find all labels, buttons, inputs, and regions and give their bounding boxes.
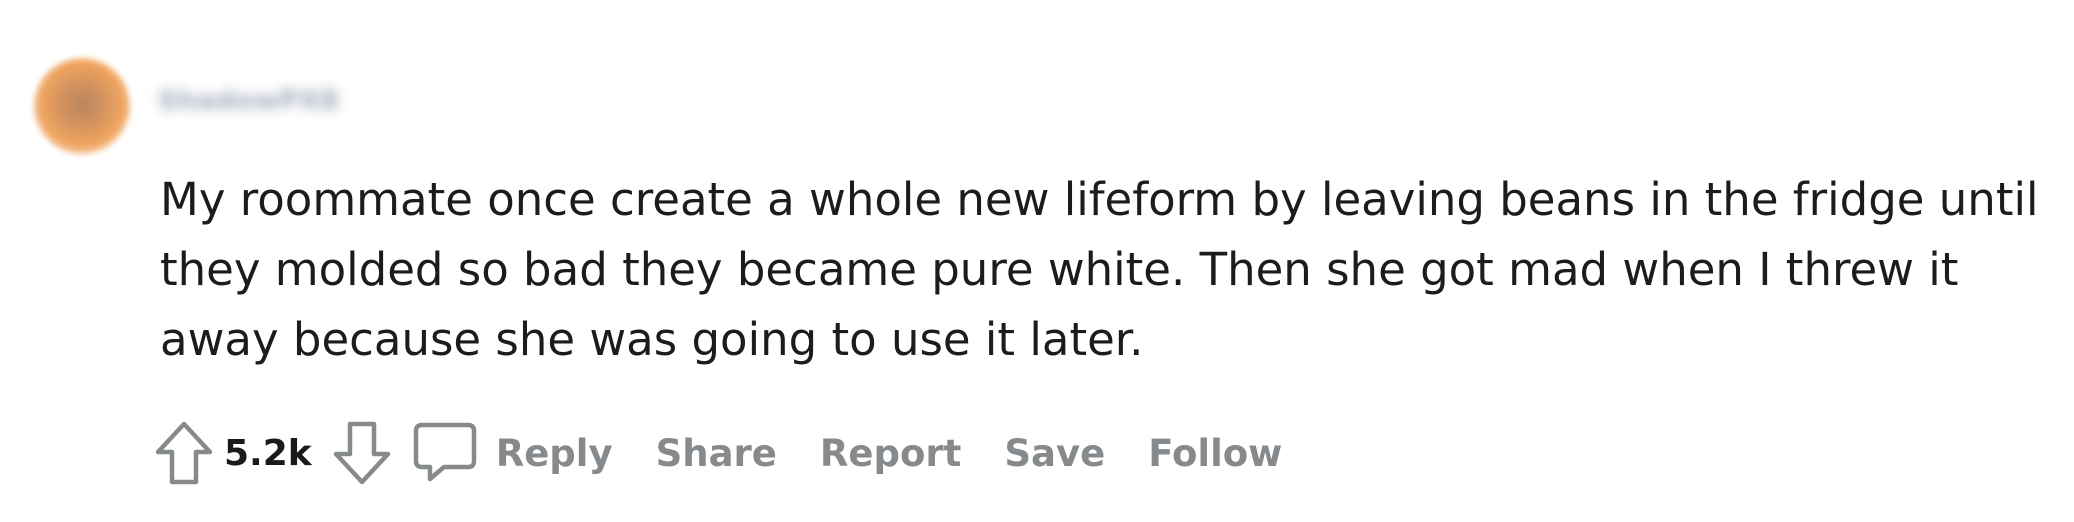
share-button[interactable]: Share	[656, 432, 777, 475]
save-button[interactable]: Save	[1004, 432, 1105, 475]
reply-label: Reply	[495, 431, 613, 475]
vote-score: 5.2k	[224, 432, 312, 474]
comment-body: My roommate once create a whole new life…	[160, 173, 2039, 366]
speech-bubble-icon	[413, 422, 476, 482]
avatar[interactable]	[34, 58, 130, 154]
report-button[interactable]: Report	[820, 432, 961, 475]
downvote-arrow-icon	[333, 421, 390, 485]
upvote-button[interactable]	[152, 418, 216, 488]
downvote-button[interactable]	[330, 418, 394, 488]
author-username[interactable]: ShadowPX8	[158, 86, 339, 116]
upvote-arrow-icon	[155, 421, 213, 485]
comment-actions: 5.2k Reply Share Report Save Follow	[152, 418, 1301, 488]
reply-button[interactable]: Reply	[412, 421, 632, 485]
follow-button[interactable]: Follow	[1148, 432, 1282, 475]
